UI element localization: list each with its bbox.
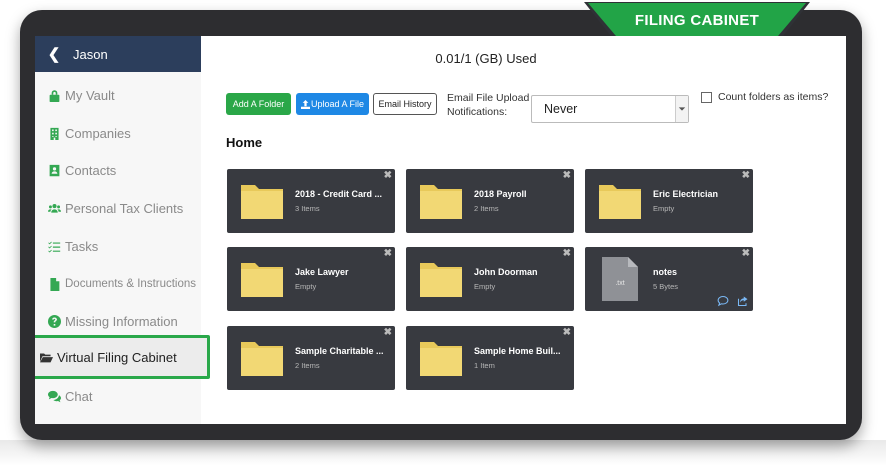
sidebar-item-label: My Vault bbox=[65, 87, 115, 103]
tile-meta: 2 Items bbox=[474, 204, 499, 213]
tile-meta: Empty bbox=[474, 282, 496, 291]
close-icon[interactable]: ✖ bbox=[563, 170, 571, 181]
lock-icon bbox=[47, 88, 61, 102]
sidebar: ❮ Jason My Vault Companies Contacts Pers… bbox=[35, 36, 210, 424]
sidebar-item-virtual-filing-cabinet[interactable]: Virtual Filing Cabinet bbox=[35, 335, 210, 379]
add-folder-button[interactable]: Add A Folder bbox=[226, 93, 291, 115]
sidebar-item-label: Personal Tax Clients bbox=[65, 200, 184, 216]
sidebar-item-tasks[interactable]: Tasks bbox=[35, 232, 201, 260]
upload-file-button[interactable]: Upload A File bbox=[296, 93, 369, 115]
folder-tile[interactable]: ✖ Eric Electrician Empty bbox=[585, 169, 753, 233]
folder-icon bbox=[599, 185, 641, 219]
tile-name: Sample Charitable ... bbox=[295, 346, 384, 356]
user-name: Jason bbox=[73, 46, 108, 62]
banner-title: FILING CABINET bbox=[588, 3, 806, 39]
tile-name: Eric Electrician bbox=[653, 189, 719, 199]
notification-label: Email File Upload Notifications: bbox=[447, 92, 530, 118]
count-folders-checkbox[interactable] bbox=[701, 91, 712, 103]
comment-icon[interactable] bbox=[717, 295, 729, 307]
folder-icon bbox=[241, 342, 283, 376]
sidebar-item-contacts[interactable]: Contacts bbox=[35, 156, 201, 184]
upload-icon bbox=[300, 99, 310, 109]
folder-icon bbox=[420, 185, 462, 219]
tile-meta: 5 Bytes bbox=[653, 282, 679, 291]
folder-open-icon bbox=[39, 350, 53, 364]
tile-name: notes bbox=[653, 267, 678, 277]
count-folders-toggle[interactable]: Count folders as items? bbox=[701, 91, 828, 103]
close-icon[interactable]: ✖ bbox=[384, 170, 392, 181]
sidebar-item-documents[interactable]: Documents & Instructions bbox=[35, 270, 201, 298]
tile-meta: 3 Items bbox=[295, 204, 320, 213]
sidebar-item-my-vault[interactable]: My Vault bbox=[35, 81, 201, 109]
tile-name: Sample Home Buil... bbox=[474, 346, 561, 356]
tile-name: John Doorman bbox=[474, 267, 538, 277]
folder-tile[interactable]: ✖ John Doorman Empty bbox=[406, 247, 574, 311]
contact-card-icon bbox=[47, 163, 61, 177]
building-icon bbox=[47, 126, 61, 140]
folder-tile[interactable]: ✖ Sample Charitable ... 2 Items bbox=[227, 326, 395, 390]
tile-name: 2018 Payroll bbox=[474, 189, 527, 199]
folder-icon bbox=[420, 342, 462, 376]
folder-tile[interactable]: ✖ 2018 Payroll 2 Items bbox=[406, 169, 574, 233]
close-icon[interactable]: ✖ bbox=[563, 327, 571, 338]
sidebar-item-label: Virtual Filing Cabinet bbox=[57, 349, 177, 365]
folder-icon bbox=[241, 185, 283, 219]
main-panel: 0.01/1 (GB) Used Add A Folder Upload A F… bbox=[201, 36, 846, 424]
folder-path-title: Home bbox=[226, 135, 263, 150]
document-icon bbox=[47, 277, 61, 291]
tile-name: 2018 - Credit Card ... bbox=[295, 189, 383, 199]
close-icon[interactable]: ✖ bbox=[742, 248, 750, 259]
tile-meta: 2 Items bbox=[295, 361, 320, 370]
sidebar-item-label: Tasks bbox=[65, 238, 99, 254]
close-icon[interactable]: ✖ bbox=[742, 170, 750, 181]
sidebar-item-label: Chat bbox=[65, 388, 93, 404]
question-circle-icon bbox=[47, 314, 61, 328]
folder-tile[interactable]: ✖ Sample Home Buil... 1 Item bbox=[406, 326, 574, 390]
email-history-button[interactable]: Email History bbox=[373, 93, 437, 115]
folder-tile[interactable]: ✖ Jake Lawyer Empty bbox=[227, 247, 395, 311]
notification-select[interactable]: Never bbox=[531, 95, 689, 123]
sidebar-item-label: Missing Information bbox=[65, 313, 178, 329]
close-icon[interactable]: ✖ bbox=[384, 248, 392, 259]
tile-meta: 1 Item bbox=[474, 361, 495, 370]
file-actions bbox=[717, 295, 749, 307]
sidebar-item-label: Contacts bbox=[65, 162, 117, 178]
sidebar-item-personal-tax-clients[interactable]: Personal Tax Clients bbox=[35, 194, 201, 222]
tile-meta: Empty bbox=[653, 204, 675, 213]
sidebar-item-label: Companies bbox=[65, 125, 131, 141]
sidebar-item-label: Documents & Instructions bbox=[65, 278, 197, 290]
folder-icon bbox=[241, 263, 283, 297]
folder-icon bbox=[420, 263, 462, 297]
reflection-floor bbox=[0, 440, 886, 466]
sidebar-header: ❮ Jason bbox=[35, 36, 201, 72]
chevron-left-icon[interactable]: ❮ bbox=[35, 45, 73, 63]
close-icon[interactable]: ✖ bbox=[384, 327, 392, 338]
notification-selected-value: Never bbox=[544, 102, 578, 116]
users-icon bbox=[47, 201, 61, 215]
sidebar-item-companies[interactable]: Companies bbox=[35, 119, 201, 147]
tile-meta: Empty bbox=[295, 282, 317, 291]
close-icon[interactable]: ✖ bbox=[563, 248, 571, 259]
text-file-icon: .txt bbox=[602, 257, 638, 301]
share-icon[interactable] bbox=[737, 295, 749, 307]
tile-name: Jake Lawyer bbox=[295, 267, 349, 277]
chat-icon bbox=[47, 389, 61, 403]
app-screen: ❮ Jason My Vault Companies Contacts Pers… bbox=[35, 36, 846, 424]
folder-tile[interactable]: ✖ 2018 - Credit Card ... 3 Items bbox=[227, 169, 395, 233]
chevron-down-icon bbox=[675, 96, 688, 122]
sidebar-item-missing-information[interactable]: Missing Information bbox=[35, 307, 201, 335]
checklist-icon bbox=[47, 239, 61, 253]
file-tile[interactable]: ✖ .txt notes 5 Bytes bbox=[585, 247, 753, 311]
upload-file-label: Upload A File bbox=[310, 99, 365, 109]
file-extension: .txt bbox=[615, 280, 624, 287]
storage-usage: 0.01/1 (GB) Used bbox=[435, 51, 537, 66]
count-folders-label: Count folders as items? bbox=[718, 91, 829, 103]
sidebar-item-chat[interactable]: Chat bbox=[35, 382, 201, 410]
